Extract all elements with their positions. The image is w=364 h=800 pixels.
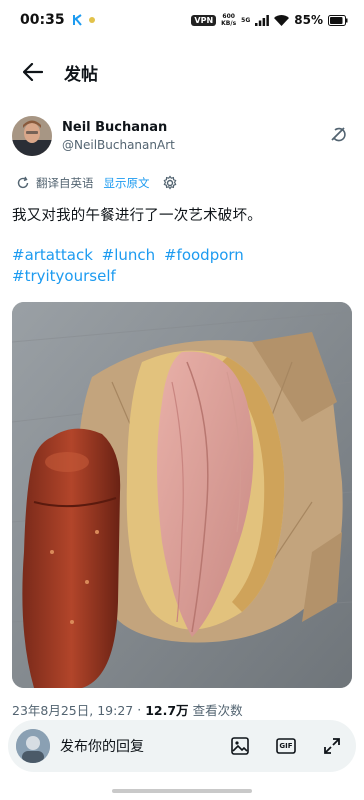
hashtag-link[interactable]: #tryityourself — [12, 267, 116, 285]
home-indicator — [112, 789, 252, 793]
show-original-link[interactable]: 显示原文 — [104, 175, 150, 191]
wifi-icon — [274, 14, 290, 26]
image-icon — [231, 737, 249, 755]
tweet-photo[interactable] — [12, 302, 352, 688]
user-avatar — [16, 729, 50, 763]
avatar-image — [12, 116, 52, 156]
grok-icon — [331, 127, 346, 142]
lunch-photo-image — [12, 302, 352, 688]
gear-icon[interactable] — [162, 175, 178, 191]
signal-icon — [255, 14, 270, 26]
page-title: 发帖 — [64, 64, 98, 85]
arrow-left-icon — [23, 63, 43, 81]
user-avatar-image — [16, 729, 50, 763]
status-time: 00:35 — [20, 12, 65, 28]
top-app-bar: 发帖 — [0, 48, 364, 96]
network-type: 5G — [241, 17, 250, 24]
tweet-meta: 23年8月25日, 19:27 · 12.7万 查看次数 — [12, 700, 243, 719]
status-right: VPN 600 KB/s 5G 85% — [191, 13, 348, 27]
hashtag-list: #artattack #lunch #foodporn #tryityourse… — [12, 245, 342, 287]
reply-composer[interactable]: 发布你的回复 GIF — [8, 720, 356, 772]
tweet-author: Neil Buchanan @NeilBuchananArt — [12, 112, 352, 160]
battery-percent: 85% — [294, 13, 323, 27]
view-label: 查看次数 — [192, 703, 243, 718]
speed-unit: KB/s — [221, 20, 237, 27]
hashtag-link[interactable]: #lunch — [102, 246, 156, 264]
meta-separator: · — [137, 702, 142, 717]
author-text: Neil Buchanan @NeilBuchananArt — [62, 119, 175, 153]
gif-button[interactable]: GIF — [274, 734, 298, 758]
hashtag-link[interactable]: #foodporn — [164, 246, 244, 264]
image-button[interactable] — [228, 734, 252, 758]
notification-icons — [72, 14, 97, 26]
vpn-badge: VPN — [191, 14, 217, 26]
sparkle-icon — [88, 17, 95, 23]
view-count: 12.7万 — [145, 703, 189, 718]
network-label: 5G — [241, 16, 251, 24]
network-speed: 600 KB/s — [221, 13, 236, 27]
tweet-timestamp: 23年8月25日, 19:27 — [12, 703, 134, 718]
status-bar: 00:35 VPN 600 KB/s 5G 85% — [0, 0, 364, 40]
translate-label: 翻译自英语 — [36, 176, 94, 190]
translation-row: 翻译自英语 显示原文 — [16, 175, 178, 191]
k-app-icon — [72, 14, 82, 26]
expand-icon — [324, 738, 340, 754]
tweet-text: 我又对我的午餐进行了一次艺术破坏。 — [12, 208, 262, 224]
hashtag-link[interactable]: #artattack — [12, 246, 93, 264]
translate-icon — [17, 176, 29, 189]
grok-button[interactable] — [326, 122, 350, 146]
author-handle[interactable]: @NeilBuchananArt — [62, 137, 175, 153]
battery-icon — [328, 14, 348, 26]
reply-tools: GIF — [228, 734, 344, 758]
speed-value: 600 — [222, 13, 235, 20]
author-avatar[interactable] — [12, 116, 52, 156]
expand-button[interactable] — [320, 734, 344, 758]
reply-input[interactable]: 发布你的回复 — [60, 736, 144, 756]
back-button[interactable] — [20, 59, 46, 85]
author-name[interactable]: Neil Buchanan — [62, 119, 175, 137]
gif-label: GIF — [279, 742, 293, 750]
